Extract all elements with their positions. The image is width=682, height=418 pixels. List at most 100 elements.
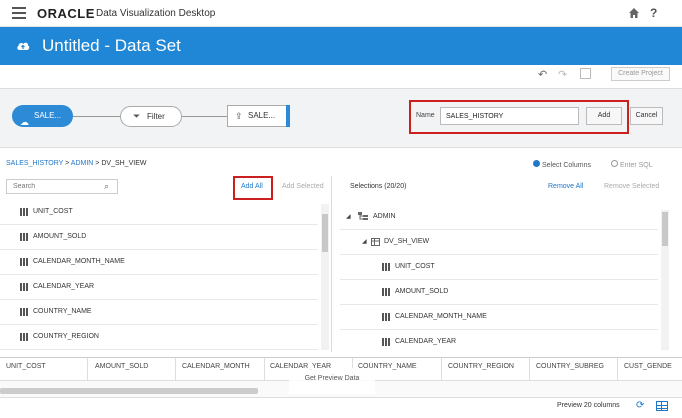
table-icon [371,238,380,246]
breadcrumb-admin[interactable]: ADMIN [71,160,94,167]
column-label: CALENDAR_MONTH_NAME [395,313,487,320]
search-input[interactable] [6,179,118,194]
column-label: CALENDAR_MONTH_NAME [33,258,125,265]
get-preview-label: Get Preview Data [304,375,360,382]
breadcrumb-sales-history[interactable]: SALES_HISTORY [6,160,63,167]
selections-title: Selections (20/20) [350,183,407,190]
collapse-icon[interactable]: ◢ [346,213,351,220]
column-icon [20,208,28,216]
search-icon[interactable]: ⌕ [104,181,109,192]
column-label: CALENDAR_YEAR [395,338,457,345]
filter-node[interactable]: ⏷ Filter [120,106,182,127]
breadcrumb: SALES_HISTORY > ADMIN > DV_SH_VIEW [6,160,146,167]
column-separator[interactable] [441,358,442,380]
left-scrollbar[interactable] [321,204,329,350]
grid-view-icon[interactable] [656,401,668,411]
horizontal-scrollbar-thumb[interactable] [0,388,258,394]
column-label: COUNTRY_NAME [33,308,92,315]
help-icon[interactable]: ? [650,6,657,20]
column-icon [382,338,390,346]
preview-column-header[interactable]: COUNTRY_SUBREG [536,363,604,370]
column-icon [20,283,28,291]
source-node-label: SALE... [34,111,62,120]
save-icon[interactable] [580,68,591,79]
column-label: AMOUNT_SOLD [395,288,449,295]
column-separator[interactable] [87,358,88,380]
list-item[interactable]: COUNTRY_REGION [0,325,318,350]
column-label: AMOUNT_SOLD [33,233,87,240]
scrollbar-thumb[interactable] [322,214,328,252]
preview-column-header[interactable]: UNIT_COST [6,363,46,370]
preview-count: Preview 20 columns [557,402,620,409]
create-project-button[interactable]: Create Project [611,67,670,81]
enter-sql-label: Enter SQL [619,162,653,169]
radio-selected-icon [533,160,540,167]
radio-unselected-icon [611,160,618,167]
column-label: CALENDAR_YEAR [33,283,95,290]
add-selected-button[interactable]: Add Selected [282,183,324,190]
preview-column-header[interactable]: CALENDAR_MONTH [182,363,250,370]
list-item[interactable]: COUNTRY_NAME [0,300,318,325]
list-item[interactable]: CALENDAR_MONTH_NAME [340,305,658,330]
preview-column-header[interactable]: AMOUNT_SOLD [95,363,148,370]
list-item[interactable]: UNIT_COST [340,255,658,280]
schema-label: ADMIN [373,213,396,220]
column-icon [20,308,28,316]
column-icon [20,233,28,241]
column-icon [382,288,390,296]
tree-node-schema[interactable]: ◢ ADMIN [340,205,658,230]
name-label: Name [416,112,435,119]
column-icon [20,333,28,341]
list-item[interactable]: CALENDAR_YEAR [0,275,318,300]
preview-column-header[interactable]: CUST_GENDE [624,363,672,370]
select-columns-label: Select Columns [541,162,591,169]
redo-icon[interactable]: ↷ [558,68,567,81]
preview-column-header[interactable]: COUNTRY_REGION [448,363,514,370]
page-title: Untitled - Data Set [42,36,181,55]
target-node-label: SALE... [248,111,276,120]
right-scrollbar[interactable] [661,210,669,350]
enter-sql-option[interactable]: Enter SQL [611,160,653,169]
undo-icon[interactable]: ↶ [538,68,547,81]
home-icon[interactable] [628,7,640,19]
available-columns-list: UNIT_COST AMOUNT_SOLD CALENDAR_MONTH_NAM… [0,200,318,352]
product-name: Data Visualization Desktop [96,8,216,19]
column-label: UNIT_COST [395,263,435,270]
select-columns-option[interactable]: Select Columns [533,160,591,169]
column-separator[interactable] [529,358,530,380]
tree-node-view[interactable]: ◢ DV_SH_VIEW [340,230,658,255]
add-all-button[interactable]: Add All [241,183,263,190]
list-item[interactable]: AMOUNT_SOLD [0,225,318,250]
scrollbar-thumb[interactable] [662,212,668,246]
breadcrumb-separator: > [63,160,71,167]
cancel-button[interactable]: Cancel [630,107,663,125]
column-label: COUNTRY_REGION [33,333,99,340]
column-icon [382,263,390,271]
pane-divider[interactable] [331,176,332,352]
remove-selected-button[interactable]: Remove Selected [604,183,659,190]
refresh-icon[interactable]: ⟳ [636,400,644,411]
list-item[interactable]: AMOUNT_SOLD [340,280,658,305]
column-separator[interactable] [617,358,618,380]
remove-all-button[interactable]: Remove All [548,183,583,190]
column-label: UNIT_COST [33,208,73,215]
selected-indicator [286,105,290,127]
list-item[interactable]: CALENDAR_MONTH_NAME [0,250,318,275]
get-preview-data-button[interactable]: Get Preview Data [289,368,375,394]
source-node[interactable]: ☁ SALE... [12,105,73,127]
hamburger-menu-icon[interactable] [12,7,26,19]
add-button[interactable]: Add [586,107,622,125]
column-icon [20,258,28,266]
column-separator[interactable] [264,358,265,380]
column-separator[interactable] [175,358,176,380]
list-item[interactable]: CALENDAR_YEAR [340,330,658,355]
list-item[interactable]: UNIT_COST [0,200,318,225]
breadcrumb-current: DV_SH_VIEW [101,160,147,167]
target-node[interactable]: ⇪ SALE... [227,105,290,127]
name-field[interactable] [440,107,579,125]
filter-node-label: Filter [147,112,165,121]
oracle-logo: ORACLE [37,6,95,21]
collapse-icon[interactable]: ◢ [362,238,367,245]
filter-icon: ⏷ [133,111,141,121]
cloud-upload-icon [17,42,30,50]
